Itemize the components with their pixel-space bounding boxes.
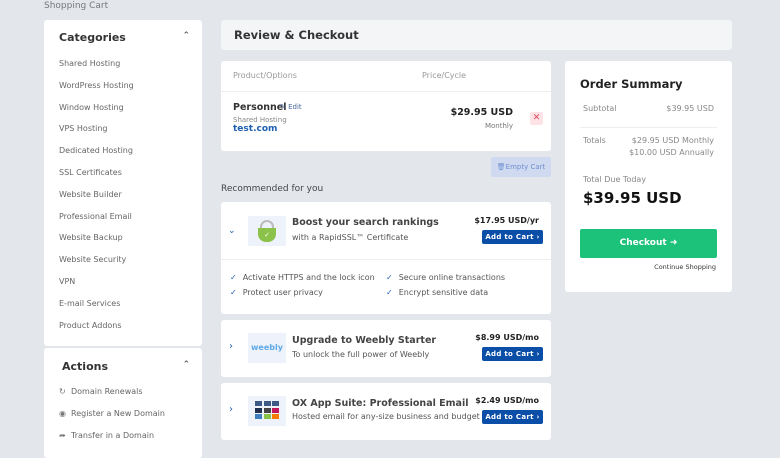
trash-icon: 🗑 [496,163,506,171]
add-to-cart-button[interactable]: Add to Cart › [482,410,543,424]
due-label: Total Due Today [583,175,647,184]
category-item[interactable]: Product Addons [59,321,122,330]
recommendation-weebly: › weebly Upgrade to Weebly Starter To un… [221,320,551,377]
add-to-cart-button[interactable]: Add to Cart › [482,230,543,244]
empty-cart-button[interactable]: 🗑Empty Cart [491,157,551,177]
totals-label: Totals [583,136,606,145]
category-item[interactable]: VPN [59,277,75,286]
globe-icon: ◉ [59,409,66,418]
refresh-icon: ↻ [59,387,66,396]
category-item[interactable]: Website Builder [59,190,122,199]
chevron-right-icon[interactable]: › [229,341,233,352]
rec-subtitle: with a RapidSSL™ Certificate [292,233,409,242]
subtotal-value: $39.95 USD [666,104,714,113]
share-icon: ➦ [59,431,66,440]
continue-shopping-link[interactable]: Continue Shopping [654,263,716,271]
summary-title: Order Summary [580,77,683,91]
edit-link[interactable]: ✎ Edit [280,103,302,111]
button-label: Add to Cart [485,233,534,241]
feature-item: ✓ Protect user privacy [230,288,323,297]
weebly-logo: weebly [248,333,286,363]
page-title: Review & Checkout [234,28,359,42]
checkout-label: Checkout [619,238,667,248]
checkout-button[interactable]: Checkout ➜ [580,229,717,258]
action-label: Domain Renewals [71,387,143,396]
action-register-domain[interactable]: ◉ Register a New Domain [59,409,165,418]
category-item[interactable]: Shared Hosting [59,59,120,68]
categories-panel: Categories ⌃ Shared Hosting WordPress Hos… [44,20,202,346]
chevron-right-icon[interactable]: › [229,404,233,415]
rec-subtitle: To unlock the full power of Weebly [292,350,430,359]
recommendation-ox: › OX App Suite: Professional Email Hoste… [221,383,551,440]
check-icon: ✓ [386,288,393,297]
actions-panel: Actions ⌃ ↻ Domain Renewals ◉ Register a N… [44,348,202,458]
category-item[interactable]: VPS Hosting [59,124,108,133]
feature-item: ✓ Activate HTTPS and the lock icon [230,273,375,282]
rec-price: $17.95 USD/yr [474,216,539,225]
check-icon: ✓ [230,288,237,297]
rec-title: Upgrade to Weebly Starter [292,335,437,346]
rec-title: Boost your search rankings [292,217,439,228]
add-to-cart-button[interactable]: Add to Cart › [482,347,543,361]
product-cycle: Monthly [484,122,513,130]
product-group: Shared Hosting [233,116,287,124]
col-price: Price/Cycle [422,71,467,80]
categories-title: Categories [59,31,126,44]
product-name: Personnel [233,102,287,113]
rec-price: $8.99 USD/mo [475,333,539,342]
category-item[interactable]: Dedicated Hosting [59,146,133,155]
button-label: Add to Cart [485,413,534,421]
category-item[interactable]: Professional Email [59,212,132,221]
recommendation-ssl: ⌄ ✓ Boost your search rankings with a Ra… [221,202,551,314]
category-item[interactable]: Website Security [59,255,126,264]
totals-annually: $10.00 USD Annually [629,148,714,157]
category-item[interactable]: Window Hosting [59,103,124,112]
chevron-down-icon[interactable]: ⌄ [228,226,236,236]
category-item[interactable]: E-mail Services [59,299,120,308]
action-label: Transfer in a Domain [71,431,155,440]
due-value: $39.95 USD [583,189,682,207]
action-domain-renewals[interactable]: ↻ Domain Renewals [59,387,143,396]
check-icon: ✓ [230,273,237,282]
category-item[interactable]: Website Backup [59,233,123,242]
category-item[interactable]: WordPress Hosting [59,81,134,90]
totals-monthly: $29.95 USD Monthly [631,136,714,145]
button-label: Add to Cart [485,350,534,358]
order-summary: Order Summary Subtotal $39.95 USD Totals… [565,61,732,292]
cart-table: Product/Options Price/Cycle Personnel ✎ … [221,61,551,151]
feature-item: ✓ Secure online transactions [386,273,506,282]
product-price: $29.95 USD [450,107,513,118]
rec-price: $2.49 USD/mo [475,396,539,405]
recommended-title: Recommended for you [221,184,324,194]
rec-subtitle: Hosted email for any-size business and b… [292,412,480,421]
subtotal-label: Subtotal [583,104,617,113]
remove-item-icon[interactable]: ✕ [530,112,543,125]
ox-app-suite-logo [248,396,286,426]
empty-cart-label: Empty Cart [505,163,546,171]
rec-title: OX App Suite: Professional Email [292,398,469,409]
edit-label: Edit [288,103,302,111]
action-label: Register a New Domain [71,409,165,418]
feature-item: ✓ Encrypt sensitive data [386,288,489,297]
category-item[interactable]: SSL Certificates [59,168,122,177]
product-domain: test.com [233,124,278,134]
breadcrumb: Shopping Cart [44,1,109,11]
col-product: Product/Options [233,71,297,80]
action-transfer-domain[interactable]: ➦ Transfer in a Domain [59,431,154,440]
actions-title: Actions [62,360,108,373]
check-icon: ✓ [386,273,393,282]
pencil-icon: ✎ [280,103,286,111]
ssl-logo: ✓ [248,216,286,246]
page-header: Review & Checkout [221,20,732,50]
chevron-up-icon[interactable]: ⌃ [182,360,190,370]
arrow-right-icon: ➜ [669,238,678,248]
chevron-up-icon[interactable]: ⌃ [182,31,190,41]
